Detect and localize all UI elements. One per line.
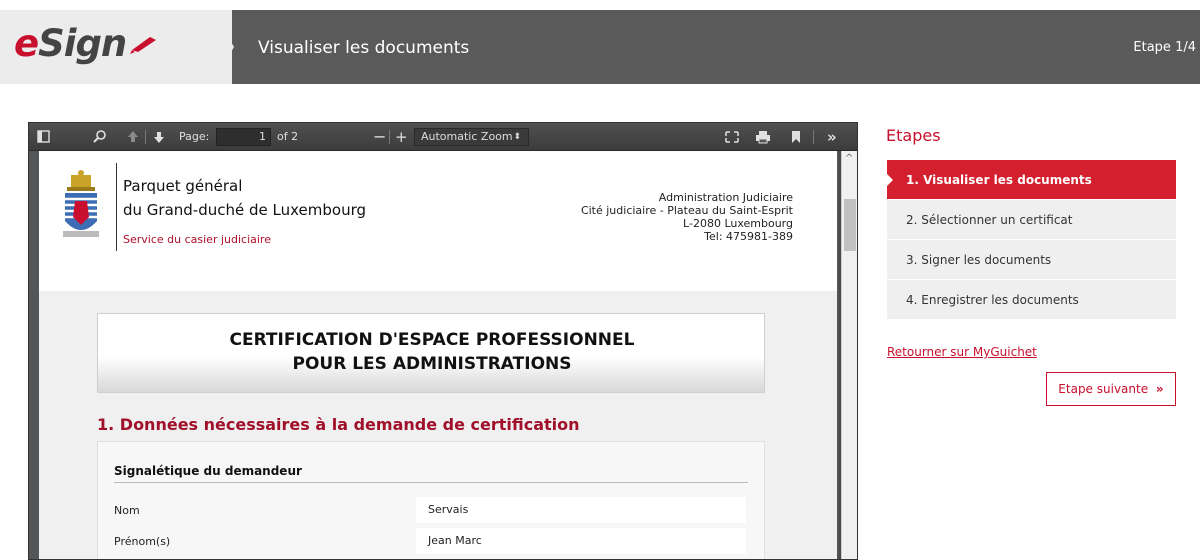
sidebar-toggle-icon[interactable] [37, 123, 51, 151]
address-block: Administration Judiciaire Cité judiciair… [581, 191, 793, 243]
page-total: of 2 [277, 130, 299, 143]
previous-page-icon[interactable] [127, 123, 139, 151]
bookmark-icon[interactable] [791, 123, 801, 151]
back-to-myguichet-link[interactable]: Retourner sur MyGuichet [887, 345, 1037, 359]
step-indicator: Etape 1/4 [1133, 40, 1196, 55]
address-line: Administration Judiciaire [658, 191, 793, 204]
row-value-prenom: Jean Marc [416, 528, 746, 554]
scroll-thumb[interactable] [844, 199, 856, 251]
cert-title-line2: POUR LES ADMINISTRATIONS [292, 354, 572, 374]
org-name-line2: du Grand-duché de Luxembourg [123, 201, 367, 219]
pdf-toolbar: Page: 1 of 2 − + Automatic Zoom ⬍ » [29, 123, 857, 151]
step-item-enregistrer[interactable]: 4. Enregistrer les documents [887, 280, 1176, 320]
next-page-icon[interactable] [153, 123, 165, 151]
tools-menu-icon[interactable]: » [827, 123, 837, 151]
pdf-viewer: Page: 1 of 2 − + Automatic Zoom ⬍ » Parq… [28, 122, 858, 560]
toolbar-divider [389, 130, 390, 144]
next-step-label: Etape suivante [1058, 382, 1149, 396]
address-line: Tel: 475981-389 [704, 230, 793, 243]
step-item-certificat[interactable]: 2. Sélectionner un certificat [887, 200, 1176, 240]
zoom-select[interactable]: Automatic Zoom ⬍ [414, 128, 529, 146]
step-item-signer[interactable]: 3. Signer les documents [887, 240, 1176, 280]
org-service: Service du casier judiciaire [123, 233, 271, 246]
luxembourg-crest-icon [63, 170, 99, 237]
print-icon[interactable] [755, 123, 771, 151]
zoom-out-icon[interactable]: − [373, 123, 386, 151]
next-step-button[interactable]: Etape suivante » [1046, 372, 1176, 406]
address-line: Cité judiciaire - Plateau du Saint-Espri… [580, 204, 793, 217]
step-item-visualiser[interactable]: 1. Visualiser les documents [887, 160, 1176, 200]
steps-list: 1. Visualiser les documents 2. Sélection… [887, 160, 1176, 320]
row-label-nom: Nom [114, 504, 140, 517]
divider [114, 482, 748, 483]
double-chevron-right-icon: » [1155, 382, 1164, 396]
pdf-scrollbar[interactable]: ^ [841, 151, 857, 559]
section-title: 1. Données nécessaires à la demande de c… [97, 415, 580, 434]
data-heading: Signalétique du demandeur [114, 464, 302, 478]
applicant-data-box: Signalétique du demandeur Nom Servais Pr… [97, 441, 765, 559]
logo-letter-e: e [14, 22, 39, 65]
pdf-letterhead: Parquet général du Grand-duché de Luxemb… [39, 151, 837, 291]
presentation-mode-icon[interactable] [725, 123, 739, 151]
toolbar-divider [813, 130, 814, 144]
pdf-body: CERTIFICATION D'ESPACE PROFESSIONNEL POU… [39, 291, 837, 559]
zoom-in-icon[interactable]: + [395, 123, 408, 151]
scroll-up-icon[interactable]: ^ [845, 153, 853, 164]
toolbar-divider [145, 130, 146, 144]
logo-word: Sign [38, 22, 127, 65]
address-line: L-2080 Luxembourg [683, 217, 793, 230]
search-icon[interactable] [93, 123, 107, 151]
app-header: eSign Visualiser les documents Etape 1/4 [0, 0, 1200, 88]
zoom-value: Automatic Zoom [421, 130, 513, 143]
steps-title: Etapes [886, 126, 941, 145]
esign-logo[interactable]: eSign [14, 22, 127, 65]
pen-icon [130, 37, 156, 54]
logo-arrow-shape [212, 10, 234, 84]
certification-title-box: CERTIFICATION D'ESPACE PROFESSIONNEL POU… [97, 313, 765, 393]
org-name-line1: Parquet général [123, 177, 243, 195]
page-number-input[interactable]: 1 [216, 128, 271, 146]
pdf-page: Parquet général du Grand-duché de Luxemb… [39, 151, 837, 559]
cert-title-line1: CERTIFICATION D'ESPACE PROFESSIONNEL [229, 330, 635, 350]
page-label: Page: [179, 130, 210, 143]
page-title: Visualiser les documents [258, 38, 470, 58]
chevron-down-icon: ⬍ [513, 132, 521, 142]
letterhead-divider [116, 163, 117, 251]
pdf-page-area[interactable]: Parquet général du Grand-duché de Luxemb… [29, 151, 839, 559]
row-value-nom: Servais [416, 497, 746, 523]
row-label-prenom: Prénom(s) [114, 535, 171, 548]
